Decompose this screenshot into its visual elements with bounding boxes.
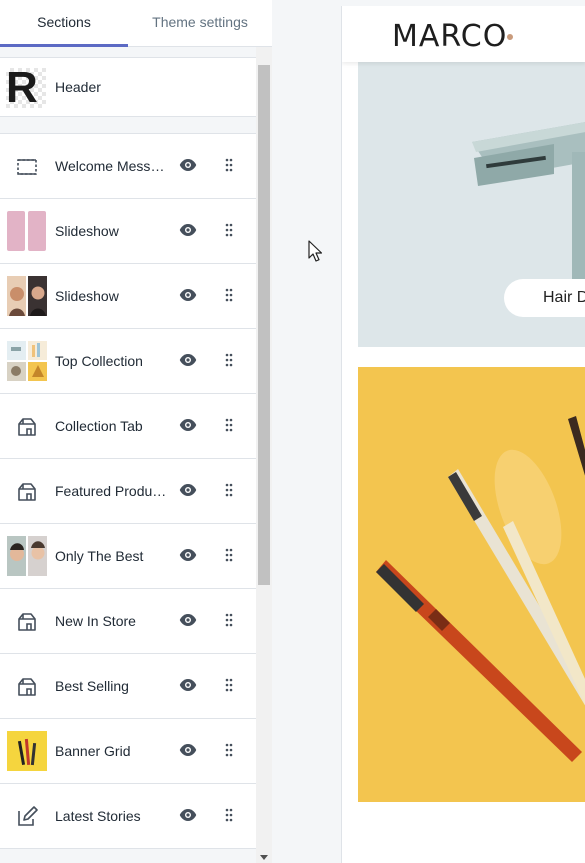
drag-handle-icon[interactable] (224, 353, 234, 367)
eye-icon[interactable] (179, 223, 197, 237)
banner-thumbnail (7, 731, 47, 771)
hero-banner[interactable]: Hair D (358, 62, 585, 347)
section-row-welcome-message[interactable]: Welcome Message (0, 134, 256, 199)
edit-icon (18, 806, 38, 826)
eye-icon[interactable] (179, 808, 197, 822)
store-header: MARCO (342, 6, 585, 62)
section-row-best-selling[interactable]: Best Selling (0, 654, 256, 719)
section-rows: Welcome Message Slideshow Slideshow Top … (0, 133, 256, 849)
section-row-header[interactable]: R Header (0, 57, 256, 117)
store-icon (18, 678, 36, 696)
section-label: Slideshow (55, 288, 119, 304)
panel-tabs: Sections Theme settings (0, 0, 272, 47)
logo-dot (507, 34, 513, 40)
section-row-slideshow[interactable]: Slideshow (0, 199, 256, 264)
drag-handle-icon[interactable] (224, 743, 234, 757)
eye-icon[interactable] (179, 743, 197, 757)
section-row-only-the-best[interactable]: Only The Best (0, 524, 256, 589)
section-label: Only The Best (55, 548, 144, 564)
tab-sections[interactable]: Sections (0, 0, 128, 47)
sections-panel: Sections Theme settings R Header Welcome… (0, 0, 272, 863)
eye-icon[interactable] (179, 353, 197, 367)
drag-handle-icon[interactable] (224, 613, 234, 627)
store-icon (18, 418, 36, 436)
faces-thumbnail (7, 536, 47, 576)
collection-thumbnail (7, 341, 47, 381)
eye-icon[interactable] (179, 288, 197, 302)
drag-handle-icon[interactable] (224, 223, 234, 237)
eye-icon[interactable] (179, 678, 197, 692)
section-row-slideshow-2[interactable]: Slideshow (0, 264, 256, 329)
eye-icon[interactable] (179, 548, 197, 562)
hair-dryer-button[interactable]: Hair D (504, 279, 585, 317)
eye-icon[interactable] (179, 483, 197, 497)
pink-slides-thumbnail (7, 211, 46, 251)
section-label: Collection Tab (55, 418, 143, 434)
editor-window: Sections Theme settings R Header Welcome… (0, 0, 585, 863)
sections-scrollbar[interactable] (256, 47, 272, 863)
section-label: New In Store (55, 613, 136, 629)
store-logo[interactable]: MARCO (392, 19, 507, 54)
store-icon (18, 613, 36, 631)
section-label: Best Selling (55, 678, 129, 694)
section-row-featured-products[interactable]: Featured Products (0, 459, 256, 524)
section-label: Header (55, 79, 101, 95)
section-row-collection-tab[interactable]: Collection Tab (0, 394, 256, 459)
tab-theme-settings[interactable]: Theme settings (128, 0, 272, 47)
mouse-cursor-icon (308, 240, 322, 262)
drag-handle-icon[interactable] (224, 288, 234, 302)
scroll-down-arrow-icon[interactable] (260, 855, 268, 860)
portrait-thumbnail (7, 276, 47, 316)
drag-handle-icon[interactable] (224, 808, 234, 822)
eye-icon[interactable] (179, 158, 197, 172)
header-thumbnail-letter: R (6, 68, 38, 108)
header-thumbnail: R (6, 68, 46, 108)
fountain-pens-image (358, 367, 585, 802)
section-row-top-collection[interactable]: Top Collection (0, 329, 256, 394)
section-label: Welcome Message (55, 158, 167, 174)
eye-icon[interactable] (179, 418, 197, 432)
eye-icon[interactable] (179, 613, 197, 627)
scrollbar-thumb[interactable] (258, 65, 270, 585)
section-label: Banner Grid (55, 743, 131, 759)
section-row-latest-stories[interactable]: Latest Stories (0, 784, 256, 849)
section-label: Slideshow (55, 223, 119, 239)
pens-banner[interactable] (358, 367, 585, 802)
section-label: Latest Stories (55, 808, 141, 824)
section-row-banner-grid[interactable]: Banner Grid (0, 719, 256, 784)
drag-handle-icon[interactable] (224, 548, 234, 562)
drag-handle-icon[interactable] (224, 418, 234, 432)
section-row-new-in-store[interactable]: New In Store (0, 589, 256, 654)
section-label: Featured Products (55, 483, 167, 499)
drag-handle-icon[interactable] (224, 158, 234, 172)
sections-list: R Header Welcome Message Slideshow Slide… (0, 47, 256, 863)
dashed-box-icon (17, 159, 37, 175)
section-label: Top Collection (55, 353, 143, 369)
store-icon (18, 483, 36, 501)
storefront-preview: MARCO Hair D (341, 6, 585, 863)
drag-handle-icon[interactable] (224, 678, 234, 692)
drag-handle-icon[interactable] (224, 483, 234, 497)
